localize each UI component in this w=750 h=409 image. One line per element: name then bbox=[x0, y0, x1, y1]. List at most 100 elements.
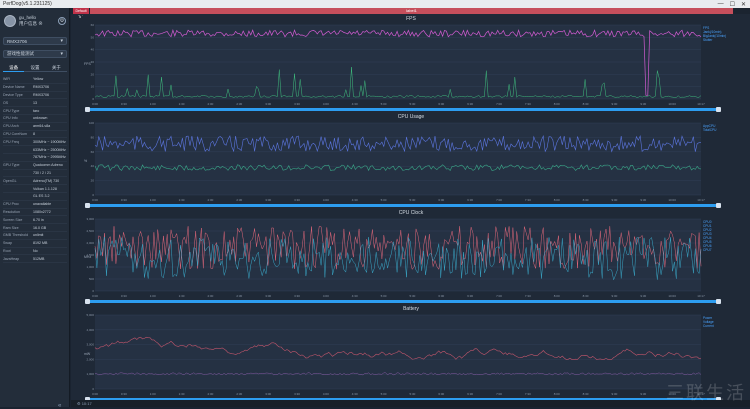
info-row: Screen Size6.70 in bbox=[3, 216, 67, 224]
info-row: JavaHeap512MB bbox=[3, 255, 67, 263]
x-tick-label: 5:30 bbox=[410, 294, 416, 298]
main-area: Default Tab label1 FPSFPS60504030201000:… bbox=[71, 8, 750, 407]
info-row: GMB Thresholdunlimit bbox=[3, 232, 67, 240]
sidebar-tabs: 设备 设置 关于 bbox=[3, 64, 67, 72]
y-tick-label: 10 bbox=[91, 85, 95, 89]
y-tick-label: 50 bbox=[91, 35, 95, 39]
info-key: Screen Size bbox=[3, 218, 33, 222]
info-value: No bbox=[33, 249, 67, 253]
chart-cpu: %1008060402000:000:301:001:302:002:303:0… bbox=[81, 121, 741, 203]
info-key: GPU Type bbox=[3, 163, 33, 167]
info-row: CPU CoreNum8 bbox=[3, 131, 67, 139]
x-tick-label: 6:00 bbox=[438, 198, 444, 202]
tab-device[interactable]: 设备 bbox=[3, 64, 24, 72]
device-select[interactable]: RMX3706 ▾ bbox=[3, 37, 67, 45]
info-row: OpenGLAdreno(TM) 730 bbox=[3, 177, 67, 185]
slider-handle-left[interactable] bbox=[85, 299, 90, 304]
x-tick-label: 0:30 bbox=[121, 102, 127, 106]
time-range-slider[interactable] bbox=[85, 300, 721, 303]
y-tick-label: 1,000 bbox=[86, 265, 94, 269]
y-tick-label: 5,000 bbox=[86, 313, 94, 317]
x-tick-label: 8:00 bbox=[554, 392, 560, 396]
x-tick-label: 6:30 bbox=[467, 102, 473, 106]
info-key: JavaHeap bbox=[3, 257, 33, 261]
info-row: Device TypeRMX3706 bbox=[3, 92, 67, 100]
x-tick-label: 3:00 bbox=[265, 294, 271, 298]
x-tick-label: 1:00 bbox=[150, 294, 156, 298]
x-tick-label: 3:30 bbox=[294, 198, 300, 202]
collapse-icon[interactable]: « bbox=[58, 403, 61, 409]
info-key: CPU CoreNum bbox=[3, 132, 33, 136]
tab-about[interactable]: 关于 bbox=[46, 64, 67, 72]
x-tick-label: 9:00 bbox=[612, 102, 618, 106]
info-value: Yellow bbox=[33, 77, 67, 81]
x-tick-label: 5:30 bbox=[410, 198, 416, 202]
tab-settings[interactable]: 设置 bbox=[24, 64, 45, 72]
x-tick-label: 10:00 bbox=[668, 102, 676, 106]
y-tick-label: 1,500 bbox=[86, 253, 94, 257]
time-range-slider[interactable] bbox=[85, 204, 721, 207]
info-key: Device Name bbox=[3, 85, 33, 89]
info-value: 787MHz ~ 2995MHz bbox=[33, 155, 67, 159]
x-tick-label: 2:00 bbox=[208, 102, 214, 106]
legend-entry[interactable]: Current bbox=[703, 324, 714, 328]
info-row: CPU Typetaro bbox=[3, 107, 67, 115]
info-key: Device Type bbox=[3, 93, 33, 97]
title-bar: PerfDog(v5.1.231125) — ☐ ✕ bbox=[0, 0, 750, 8]
window-title: PerfDog(v5.1.231125) bbox=[3, 1, 52, 7]
x-tick-label: 4:00 bbox=[323, 102, 329, 106]
y-tick-label: 0 bbox=[92, 387, 94, 391]
device-info-list: WiFiYellowDevice NameRMX3706Device TypeR… bbox=[3, 76, 67, 263]
record-label-bar[interactable]: label1 bbox=[90, 8, 733, 14]
slider-handle-right[interactable] bbox=[716, 107, 721, 112]
info-row: CPU Procunavailable bbox=[3, 201, 67, 209]
x-tick-label: 8:30 bbox=[583, 294, 589, 298]
info-value: RMX3706 bbox=[33, 93, 67, 97]
legend-entry[interactable]: Stutter bbox=[703, 38, 726, 42]
x-tick-label: 1:30 bbox=[179, 294, 185, 298]
user-area[interactable]: gu_hello 用户信息 ⊗ ⚙ bbox=[4, 12, 66, 30]
chart-clock: MHz3,0002,5002,0001,5001,00050000:000:30… bbox=[81, 217, 741, 299]
info-row: GPU TypeQualcomm Adreno bbox=[3, 162, 67, 170]
gear-icon[interactable]: ⚙ bbox=[58, 17, 66, 25]
minimize-button[interactable]: — bbox=[718, 1, 724, 8]
app-select[interactable]: 游戏性能测试 ▾ bbox=[3, 50, 67, 58]
y-tick-label: 3,000 bbox=[86, 343, 94, 347]
y-axis-label: % bbox=[84, 159, 87, 163]
x-tick-label: 3:00 bbox=[265, 198, 271, 202]
slider-handle-right[interactable] bbox=[716, 203, 721, 208]
x-tick-label: 4:00 bbox=[323, 392, 329, 396]
x-tick-label: 0:30 bbox=[121, 392, 127, 396]
time-range-slider[interactable] bbox=[85, 108, 721, 111]
slider-handle-left[interactable] bbox=[85, 107, 90, 112]
info-value: 6.70 in bbox=[33, 218, 67, 222]
legend-entry[interactable]: TotalCPU bbox=[703, 128, 716, 132]
info-row: Vulkan 1.1.128 bbox=[3, 185, 67, 193]
x-tick-label: 2:00 bbox=[208, 198, 214, 202]
y-tick-label: 4,000 bbox=[86, 328, 94, 332]
legend-entry[interactable]: CPU7 bbox=[703, 248, 712, 252]
user-sub: 用户信息 ⊗ bbox=[19, 21, 43, 27]
record-tab[interactable]: Default Tab bbox=[73, 8, 89, 14]
slider-handle-right[interactable] bbox=[716, 299, 721, 304]
x-tick-label: 1:30 bbox=[179, 198, 185, 202]
x-tick-label: 6:30 bbox=[467, 294, 473, 298]
x-tick-label: 0:30 bbox=[121, 294, 127, 298]
chart-legend: FPSJank(/10min)BigJank(/10min)Stutter bbox=[703, 26, 726, 42]
x-tick-label: 9:00 bbox=[612, 294, 618, 298]
x-tick-label: 8:00 bbox=[554, 198, 560, 202]
info-row: Resolution1080x2772 bbox=[3, 209, 67, 217]
x-tick-label: 7:00 bbox=[496, 102, 502, 106]
y-tick-label: 40 bbox=[91, 48, 95, 52]
x-tick-label: 10:17 bbox=[697, 102, 705, 106]
info-key: OS bbox=[3, 101, 33, 105]
slider-handle-left[interactable] bbox=[85, 203, 90, 208]
x-tick-label: 7:00 bbox=[496, 294, 502, 298]
y-tick-label: 2,500 bbox=[86, 229, 94, 233]
maximize-button[interactable]: ☐ bbox=[730, 1, 735, 8]
x-tick-label: 3:00 bbox=[265, 102, 271, 106]
x-tick-label: 5:30 bbox=[410, 392, 416, 396]
close-button[interactable]: ✕ bbox=[741, 1, 746, 8]
info-row: GL ES 3.2 bbox=[3, 193, 67, 201]
avatar[interactable] bbox=[4, 15, 16, 27]
